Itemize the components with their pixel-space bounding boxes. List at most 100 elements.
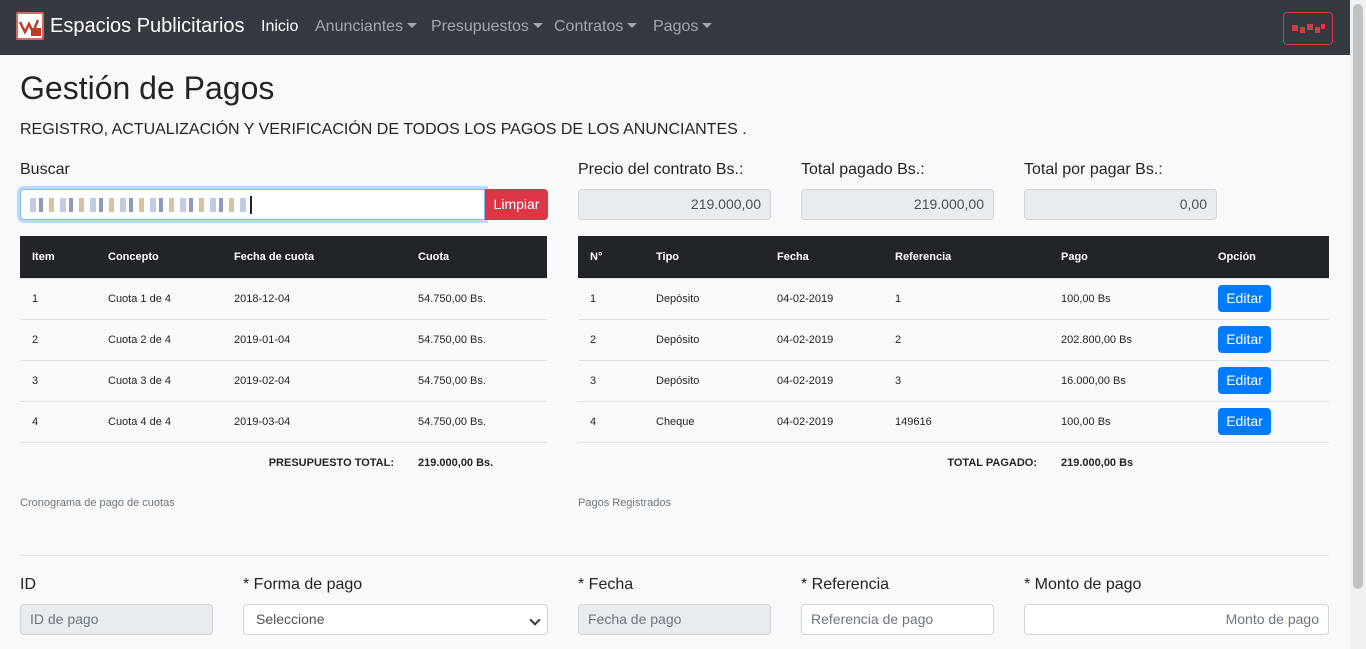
edit-button[interactable]: Editar: [1218, 408, 1271, 435]
fecha-field[interactable]: Fecha de pago: [578, 604, 771, 635]
cell-cuota: 54.750,00 Bs.: [406, 318, 547, 360]
total-pagado-table-label: TOTAL PAGADO:: [578, 441, 1049, 483]
cell-referencia: 3: [883, 359, 1049, 401]
cell-pago: 16.000,00 Bs: [1049, 359, 1206, 401]
cell-concepto: Cuota 1 de 4: [96, 277, 222, 319]
referencia-field[interactable]: Referencia de pago: [801, 604, 994, 635]
precio-contrato-label: Precio del contrato Bs.:: [578, 161, 744, 178]
table-row: 3 Depósito 04-02-2019 3 16.000,00 Bs Edi…: [578, 359, 1329, 401]
column-header[interactable]: Fecha: [765, 236, 883, 278]
cell-tipo: Depósito: [644, 277, 765, 319]
clear-search-button[interactable]: Limpiar: [485, 189, 548, 220]
cell-tipo: Depósito: [644, 359, 765, 401]
table-row: 3 Cuota 3 de 4 2019-02-04 54.750,00 Bs.: [20, 359, 547, 401]
edit-button[interactable]: Editar: [1218, 367, 1271, 394]
nav-presupuestos[interactable]: Presupuestos: [431, 18, 543, 36]
brand-name[interactable]: Espacios Publicitarios: [50, 15, 245, 38]
nav-contratos-label: Contratos: [554, 18, 624, 35]
cell-fecha: 04-02-2019: [765, 359, 883, 401]
column-header[interactable]: Referencia: [883, 236, 1049, 278]
user-menu-button[interactable]: [1283, 12, 1333, 45]
cell-pago: 202.800,00 Bs: [1049, 318, 1206, 360]
table-row: 1 Cuota 1 de 4 2018-12-04 54.750,00 Bs.: [20, 277, 547, 319]
cell-opcion: Editar: [1206, 359, 1329, 401]
id-field: ID de pago: [20, 604, 213, 635]
cell-item: 3: [20, 359, 96, 401]
cell-referencia: 1: [883, 277, 1049, 319]
table-row: 4 Cheque 04-02-2019 149616 100,00 Bs Edi…: [578, 400, 1329, 442]
cell-numero: 3: [578, 359, 644, 401]
cell-fecha: 04-02-2019: [765, 318, 883, 360]
chevron-down-icon: [407, 23, 418, 28]
cell-numero: 4: [578, 400, 644, 442]
cell-cuota: 54.750,00 Bs.: [406, 359, 547, 401]
table-total-row: PRESUPUESTO TOTAL: 219.000,00 Bs.: [20, 441, 547, 483]
cell-pago: 100,00 Bs: [1049, 277, 1206, 319]
total-por-pagar-field: 0,00: [1024, 189, 1217, 220]
column-header[interactable]: Tipo: [644, 236, 765, 278]
cell-fecha: 2019-02-04: [222, 359, 406, 401]
cell-concepto: Cuota 4 de 4: [96, 400, 222, 442]
nav-anunciantes[interactable]: Anunciantes: [315, 18, 418, 36]
table-row: 2 Cuota 2 de 4 2019-01-04 54.750,00 Bs.: [20, 318, 547, 360]
column-header[interactable]: Pago: [1049, 236, 1206, 278]
cell-tipo: Cheque: [644, 400, 765, 442]
page-scrollbar[interactable]: [1350, 0, 1366, 649]
cell-numero: 1: [578, 277, 644, 319]
forma-pago-select[interactable]: Seleccione: [243, 604, 548, 635]
cell-opcion: Editar: [1206, 400, 1329, 442]
table-row: 4 Cuota 4 de 4 2019-03-04 54.750,00 Bs.: [20, 400, 547, 442]
column-header[interactable]: N°: [578, 236, 644, 278]
cell-fecha: 2019-01-04: [222, 318, 406, 360]
monto-field[interactable]: Monto de pago: [1024, 604, 1329, 635]
cell-item: 1: [20, 277, 96, 319]
pagos-table-caption: Pagos Registrados: [578, 497, 671, 509]
table-header-row: N° Tipo Fecha Referencia Pago Opción: [578, 236, 1329, 278]
column-header[interactable]: Cuota: [406, 236, 547, 278]
cell-concepto: Cuota 2 de 4: [96, 318, 222, 360]
column-header[interactable]: Concepto: [96, 236, 222, 278]
cell-tipo: Depósito: [644, 318, 765, 360]
nav-pagos[interactable]: Pagos: [653, 18, 713, 36]
brand-logo-icon[interactable]: [16, 12, 44, 40]
table-header-row: Item Concepto Fecha de cuota Cuota: [20, 236, 547, 278]
nav-inicio[interactable]: Inicio: [261, 18, 298, 36]
presupuesto-total-label: PRESUPUESTO TOTAL:: [20, 441, 406, 483]
nav-inicio-label: Inicio: [261, 18, 299, 35]
nav-presupuestos-label: Presupuestos: [431, 18, 529, 35]
column-header[interactable]: Item: [20, 236, 96, 278]
search-value-redacted: [30, 198, 246, 213]
cell-referencia: 2: [883, 318, 1049, 360]
cell-concepto: Cuota 3 de 4: [96, 359, 222, 401]
cell-opcion: Editar: [1206, 318, 1329, 360]
text-cursor: [250, 196, 252, 215]
monto-label: * Monto de pago: [1024, 576, 1142, 593]
edit-button[interactable]: Editar: [1218, 285, 1271, 312]
cell-pago: 100,00 Bs: [1049, 400, 1206, 442]
column-header[interactable]: Opción: [1206, 236, 1329, 278]
cell-cuota: 54.750,00 Bs.: [406, 277, 547, 319]
referencia-label: * Referencia: [801, 576, 890, 593]
nav-contratos[interactable]: Contratos: [554, 18, 638, 36]
search-input[interactable]: [20, 189, 485, 220]
cell-item: 2: [20, 318, 96, 360]
cuotas-table-caption: Cronograma de pago de cuotas: [20, 497, 175, 509]
total-pagado-table-value: 219.000,00 Bs: [1049, 441, 1329, 483]
cell-fecha: 2018-12-04: [222, 277, 406, 319]
pagos-table: N° Tipo Fecha Referencia Pago Opción 1 D…: [578, 236, 1329, 483]
chevron-down-icon: [529, 614, 541, 626]
edit-button[interactable]: Editar: [1218, 326, 1271, 353]
chevron-down-icon: [532, 23, 543, 28]
cell-referencia: 149616: [883, 400, 1049, 442]
cell-item: 4: [20, 400, 96, 442]
total-pagado-label: Total pagado Bs.:: [801, 161, 925, 178]
fecha-label: * Fecha: [578, 576, 634, 593]
column-header[interactable]: Fecha de cuota: [222, 236, 406, 278]
table-total-row: TOTAL PAGADO: 219.000,00 Bs: [578, 441, 1329, 483]
scrollbar-thumb[interactable]: [1353, 4, 1363, 589]
table-row: 1 Depósito 04-02-2019 1 100,00 Bs Editar: [578, 277, 1329, 319]
cell-cuota: 54.750,00 Bs.: [406, 400, 547, 442]
cell-numero: 2: [578, 318, 644, 360]
id-label: ID: [20, 576, 36, 593]
nav-pagos-label: Pagos: [653, 18, 699, 35]
